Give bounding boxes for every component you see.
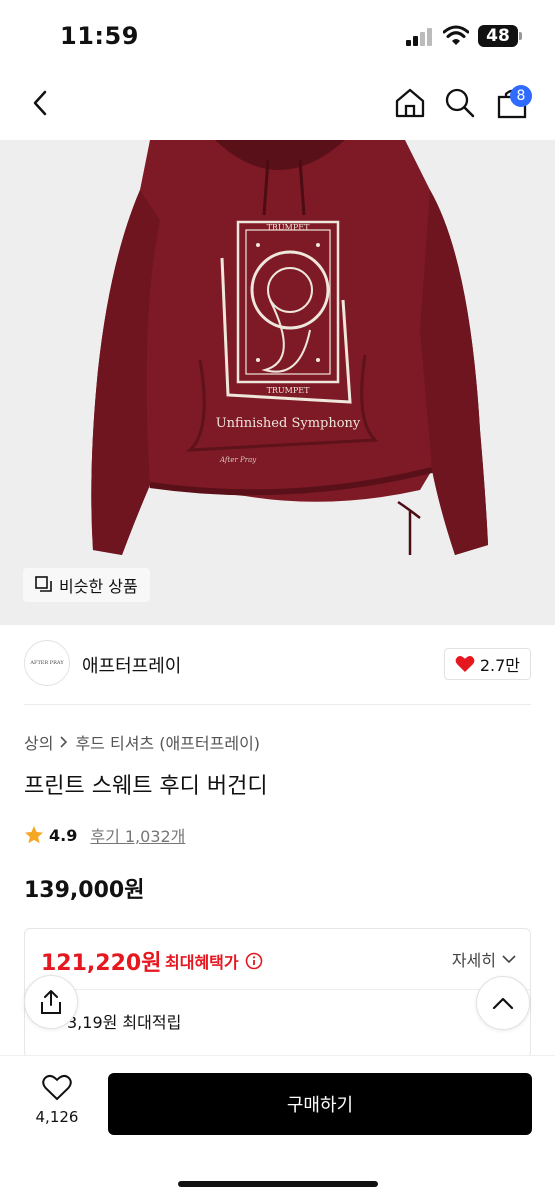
heart-filled-icon — [455, 656, 475, 672]
buy-button[interactable]: 구매하기 — [108, 1073, 532, 1135]
home-icon[interactable] — [392, 85, 428, 121]
benefit-detail-button[interactable]: 자세히 — [452, 947, 516, 971]
benefit-box: 121,220원 최대혜택가 자세히 3,19원 최대적립 — [24, 928, 531, 1058]
nav-bar — [0, 70, 555, 140]
wishlist-button[interactable]: 4,126 — [26, 1074, 88, 1126]
battery-icon: 48 — [478, 25, 518, 47]
search-icon[interactable] — [442, 85, 478, 121]
wishlist-count: 4,126 — [35, 1108, 79, 1126]
home-indicator — [178, 1181, 378, 1187]
signal-icon — [406, 28, 434, 46]
print-top-text: TRUMPET — [267, 223, 311, 232]
brand-logo[interactable]: AFTER PRAY — [24, 640, 70, 686]
divider — [24, 704, 531, 705]
star-icon — [25, 826, 43, 844]
similar-products-label: 비슷한 상품 — [59, 577, 138, 596]
signature-text: After Pray — [219, 456, 257, 464]
share-button[interactable] — [24, 975, 78, 1029]
product-image[interactable]: TRUMPET TRUMPET Unfinished Symphony Afte… — [0, 140, 555, 625]
similar-icon — [35, 576, 52, 592]
hoodie-illustration: TRUMPET TRUMPET Unfinished Symphony Afte… — [91, 140, 488, 555]
status-time: 11:59 — [60, 22, 139, 50]
brand-like-count: 2.7만 — [479, 656, 520, 675]
rating-score: 4.9 — [49, 825, 78, 845]
scroll-top-button[interactable] — [476, 976, 530, 1030]
wifi-icon — [442, 24, 470, 46]
rating-row: 4.9 후기 1,032개 — [24, 823, 185, 847]
product-title: 프린트 스웨트 후디 버건디 — [24, 774, 268, 799]
print-caption-text: Unfinished Symphony — [216, 416, 361, 431]
brand-like-button[interactable]: 2.7만 — [443, 648, 531, 680]
share-icon — [41, 990, 61, 1014]
heart-outline-icon — [42, 1074, 72, 1101]
chevron-up-icon — [492, 997, 514, 1010]
breadcrumb-subcategory[interactable]: 후드 티셔츠 (애프터프레이) — [75, 730, 260, 754]
bottom-bar: 4,126 구매하기 — [0, 1055, 555, 1200]
benefit-detail-label: 자세히 — [451, 951, 496, 970]
product-price: 139,000원 — [24, 878, 145, 903]
review-count-link[interactable]: 후기 1,032개 — [90, 823, 185, 847]
benefit-label-text: 최대혜택가 — [165, 953, 239, 972]
breadcrumb-category[interactable]: 상의 — [24, 730, 53, 754]
info-icon — [245, 952, 262, 970]
print-bottom-text: TRUMPET — [267, 386, 311, 395]
benefit-price: 121,220원 — [41, 951, 162, 976]
back-icon[interactable] — [22, 85, 58, 121]
breadcrumb: 상의 후드 티셔츠 (애프터프레이) — [24, 730, 260, 754]
chevron-right-icon — [60, 736, 68, 748]
cart-count-badge: 8 — [510, 85, 532, 107]
chevron-down-icon — [502, 955, 516, 964]
points-text: 3,19원 최대적립 — [67, 1013, 182, 1032]
benefit-label[interactable]: 최대혜택가 — [165, 949, 263, 973]
similar-products-button[interactable]: 비슷한 상품 — [23, 568, 150, 602]
battery-tip — [519, 32, 522, 40]
brand-name[interactable]: 애프터프레이 — [82, 652, 181, 678]
status-bar: 11:59 48 — [0, 0, 555, 70]
benefit-separator — [25, 989, 530, 990]
brand-row: AFTER PRAY 애프터프레이 2.7만 — [0, 640, 555, 690]
